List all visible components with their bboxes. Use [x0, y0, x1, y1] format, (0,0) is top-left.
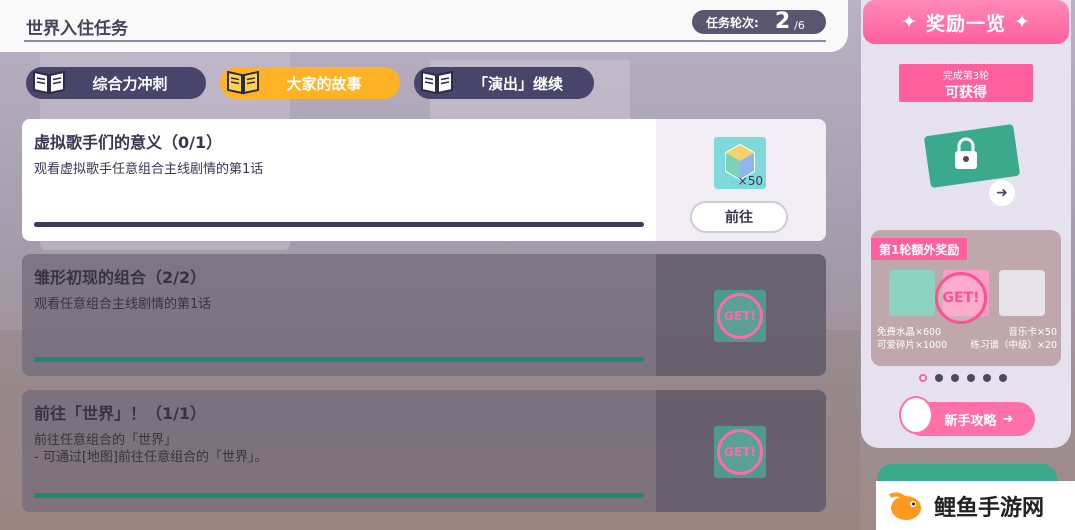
page-dot[interactable] [951, 374, 959, 382]
mission-card: 虚拟歌手们的意义（0/1） 观看虚拟歌手任意组合主线剧情的第1话 ×50 前往 [22, 119, 826, 241]
mission-reward-area: ×50 前往 [656, 119, 826, 241]
go-button[interactable]: 前往 [690, 201, 788, 233]
tab-label: 「演出」继续 [472, 74, 563, 93]
mission-info: 雏形初现的组合（2/2） 观看任意组合主线剧情的第1话 [22, 254, 656, 376]
page-dot[interactable] [935, 374, 943, 382]
book-icon [224, 63, 262, 99]
score-sheet-icon [999, 270, 1045, 316]
book-icon [30, 63, 68, 99]
ribbon-line: 完成第3轮 [942, 71, 990, 82]
bonus-tag: 第1轮额外奖励 [871, 238, 968, 260]
page-dot[interactable] [919, 374, 927, 382]
header-divider [24, 40, 826, 42]
mission-title: 前往「世界」！（1/1） [34, 404, 207, 423]
tab-comprehensive-sprint[interactable]: 综合力冲刺 [26, 67, 206, 99]
mission-title: 虚拟歌手们的意义（0/1） [34, 133, 223, 152]
arrow-right-icon: ➜ [1002, 411, 1014, 427]
bonus-item-text: 音乐卡×50 [1008, 327, 1057, 338]
mission-progress-bar [34, 493, 644, 498]
mission-info: 虚拟歌手们的意义（0/1） 观看虚拟歌手任意组合主线剧情的第1话 [22, 119, 656, 241]
mission-progress-bar [34, 222, 644, 227]
lock-icon [951, 136, 981, 172]
watermark: 鲤鱼手游网 [876, 481, 1075, 530]
mission-header: 世界入住任务 任务轮次: 2 /6 [0, 0, 848, 52]
reward-list-title[interactable]: ✦ 奖励一览 ✦ [863, 0, 1069, 44]
bonus-item-text: 练习谱（中级）×20 [970, 340, 1057, 351]
sparkle-icon: ✦ [1014, 11, 1031, 33]
book-icon [418, 63, 456, 99]
reward-panel: ✦ 奖励一览 ✦ 完成第3轮 可获得 ➜ 第1轮额外奖励 GET! 免费水晶×6… [861, 0, 1071, 448]
bonus-item-text: 免费水晶×600 [877, 327, 942, 338]
ribbon-line: 可获得 [945, 85, 987, 101]
tab-label: 综合力冲刺 [92, 74, 168, 93]
carp-logo-icon [886, 488, 926, 524]
tab-everyones-story[interactable]: 大家的故事 [220, 67, 400, 99]
tab-label: 大家的故事 [286, 74, 362, 93]
crystal-icon: ×50 [714, 137, 766, 189]
mission-description: 前往任意组合的「世界」 - 可通过[地图]前往任意组合的「世界」。 [34, 432, 644, 466]
reward-quantity: ×50 [737, 174, 763, 188]
mission-reward-area: GET! [656, 390, 826, 512]
final-reward-ribbon: 完成第3轮 可获得 [899, 64, 1033, 102]
page-dot[interactable] [967, 374, 975, 382]
page-dot[interactable] [999, 374, 1007, 382]
tab-performance-continue[interactable]: 「演出」继续 [414, 67, 594, 99]
mission-description-line: - 可通过[地图]前往任意组合的「世界」。 [34, 450, 268, 465]
get-stamp: GET! [717, 429, 763, 475]
guide-mascot-icon [899, 396, 933, 434]
round-counter: 任务轮次: 2 /6 [692, 10, 826, 34]
mission-progress-bar [34, 357, 644, 362]
mission-info: 前往「世界」！（1/1） 前往任意组合的「世界」 - 可通过[地图]前往任意组合… [22, 390, 656, 512]
claimed-reward: GET! [714, 290, 766, 342]
crystal-icon [889, 270, 935, 316]
watermark-text: 鲤鱼手游网 [934, 495, 1045, 521]
bonus-reward-box: 第1轮额外奖励 GET! 免费水晶×600 音乐卡×50 可爱碎片×1000 练… [871, 230, 1061, 366]
bonus-item-list: 免费水晶×600 音乐卡×50 可爱碎片×1000 练习谱（中级）×20 [877, 326, 1057, 352]
mission-reward-area: GET! [656, 254, 826, 376]
guide-label: 新手攻略 [944, 413, 997, 429]
round-label: 任务轮次: [706, 15, 759, 30]
get-stamp: GET! [935, 272, 987, 324]
page-title: 世界入住任务 [26, 19, 128, 39]
sparkle-icon: ✦ [901, 11, 918, 33]
page-indicator [919, 374, 1007, 382]
mission-title: 雏形初现的组合（2/2） [34, 268, 207, 287]
claimed-reward: GET! [714, 426, 766, 478]
mission-card: 雏形初现的组合（2/2） 观看任意组合主线剧情的第1话 GET! [22, 254, 826, 376]
reward-list-label: 奖励一览 [925, 12, 1006, 35]
mission-card: 前往「世界」！（1/1） 前往任意组合的「世界」 - 可通过[地图]前往任意组合… [22, 390, 826, 512]
get-stamp: GET! [717, 293, 763, 339]
arrow-right-icon[interactable]: ➜ [989, 180, 1015, 206]
mission-description: 观看任意组合主线剧情的第1话 [34, 297, 212, 312]
bonus-item-text: 可爱碎片×1000 [877, 340, 948, 351]
round-current: 2 [774, 9, 791, 34]
round-total: /6 [794, 18, 805, 32]
mission-description: 观看虚拟歌手任意组合主线剧情的第1话 [34, 162, 264, 177]
page-dot[interactable] [983, 374, 991, 382]
mission-description-line: 前往任意组合的「世界」 [34, 433, 178, 448]
